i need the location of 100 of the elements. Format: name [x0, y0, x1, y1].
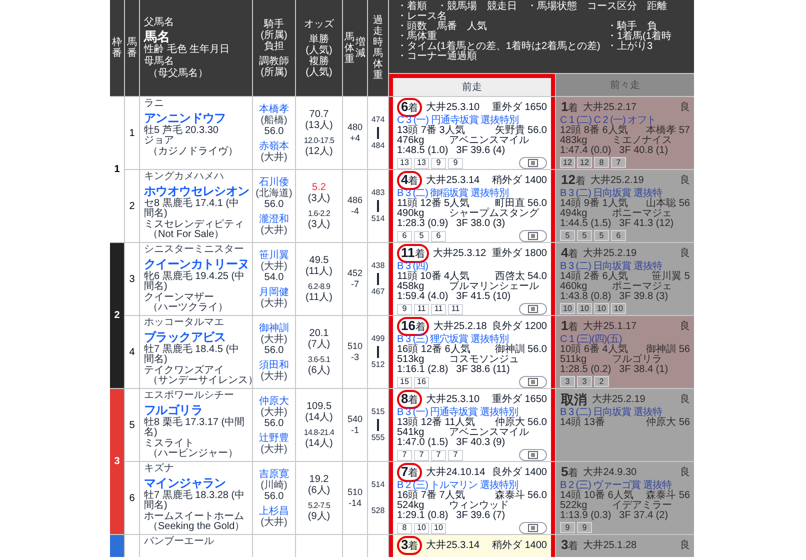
trainer-name[interactable]: 月岡健 — [259, 286, 289, 298]
sire-name: キズナ — [144, 464, 175, 474]
finish-position: 16着 — [397, 317, 430, 336]
column-header: (人気) — [306, 44, 332, 56]
last-3f: 3F 37.4 (2) — [619, 511, 668, 521]
corner-position: 15 — [397, 376, 412, 388]
last-3f: 3F 38.6 (11) — [456, 365, 510, 375]
race-date: 大井25.3.12 — [432, 248, 486, 258]
video-button[interactable] — [519, 157, 547, 169]
win-odds: 19.2 — [309, 474, 329, 485]
race-time: 1:43.8 (0.8) — [560, 292, 612, 302]
race-name: C 1 (二) C 2 (一) オフト — [560, 116, 656, 126]
sire-name: ラニ — [144, 99, 165, 110]
race-body-weight: 458kg — [397, 282, 426, 292]
horse-profile: 牡7 黒鹿毛 18.3.28 (中間名) — [144, 490, 246, 512]
race-jockey: 森泰斗 56 — [646, 491, 690, 501]
sire-name: エスポワールシチー — [144, 391, 235, 402]
film-icon — [528, 451, 538, 459]
race-jockey: 御神訓 56.0 — [494, 345, 547, 355]
column-header: (人気) — [306, 66, 332, 78]
race-jockey: 仲原大 56 — [646, 418, 690, 428]
win-popularity: (7人) — [308, 339, 330, 350]
race-jockey: 御神訓 56 — [646, 345, 690, 355]
column-header: 増減 — [356, 37, 366, 59]
column-header: (所属) — [260, 66, 288, 78]
race-jockey: 西啓太 54.0 — [494, 272, 547, 282]
video-button[interactable] — [519, 449, 547, 461]
jockey-name[interactable]: 笹川翼 — [259, 250, 289, 260]
past-weight: 474 — [371, 115, 385, 125]
jockey-affiliation: (大井) — [260, 334, 288, 344]
video-button[interactable] — [519, 376, 547, 388]
race-name: B 3 (二) 御稲坂賞 選抜特別 — [397, 189, 509, 199]
jockey-name[interactable]: 吉原寛 — [259, 468, 289, 480]
jockey-name[interactable]: 仲原大 — [259, 396, 289, 406]
corner-position: 13 — [397, 158, 412, 168]
winner-name: ミエノナイス — [612, 136, 672, 146]
winner-name: アベニンスマイル — [449, 136, 529, 146]
race-entry: 14頭 9番 1人気 — [560, 199, 628, 209]
weight-change: -3 — [350, 352, 359, 363]
video-button[interactable] — [519, 303, 547, 315]
legend-text: ・1着馬(1着時 — [607, 32, 672, 42]
jockey-name[interactable]: 御神訓 — [259, 322, 289, 334]
horse-name[interactable]: ブラックアビス — [144, 328, 248, 344]
horse-profile: 牡5 芦毛 20.3.30 — [144, 126, 218, 136]
place-odds: 14.8-21.4 — [304, 427, 334, 438]
last-3f: 3F 38.0 (3) — [456, 219, 506, 229]
place-odds: 3.6-5.1 — [308, 354, 330, 365]
corner-position: 6 — [397, 230, 412, 242]
body-weight: 480 — [347, 122, 363, 133]
horse-number: 5 — [125, 389, 139, 461]
winner-name: ポニーマジェ — [612, 282, 672, 292]
horse-name[interactable]: アンニンドウフ — [144, 110, 248, 126]
past-weight: 528 — [371, 506, 385, 516]
trainer-name[interactable]: 須田和 — [259, 360, 289, 370]
sire-name: ホッコータルマエ — [144, 318, 225, 328]
jockey-affiliation: (大井) — [260, 260, 288, 272]
jockey-name[interactable]: 本橋孝 — [259, 104, 289, 114]
race-time: 1:47.0 (1.5) — [397, 438, 448, 448]
horse-name[interactable]: ホウオウセレシオン — [144, 182, 248, 198]
course-info: 良 — [680, 394, 690, 404]
film-icon — [528, 232, 538, 240]
burden-weight: 56.0 — [264, 490, 284, 502]
corner-position: 3 — [560, 376, 575, 387]
column-header: 前走 — [389, 74, 555, 96]
horse-name[interactable]: マインジャラン — [144, 474, 248, 490]
finish-position: 1着 — [560, 100, 580, 115]
horse-name[interactable]: フルゴリラ — [144, 402, 248, 418]
weight-change: -1 — [350, 425, 359, 436]
finish-position: 4着 — [397, 171, 422, 190]
corner-position: 6 — [431, 230, 446, 242]
trainer-name[interactable]: 瀧澄和 — [259, 214, 289, 224]
legend-text: ・騎手 負 — [607, 22, 657, 32]
horse-name[interactable]: クイーンカトリーヌ — [144, 256, 248, 272]
trainer-name[interactable]: 赤嶺本 — [259, 140, 289, 152]
race-date: 大井25.3.14 — [426, 540, 480, 550]
video-button[interactable] — [519, 230, 547, 242]
body-weight: 452 — [347, 268, 363, 279]
weight-change: -4 — [350, 206, 359, 217]
trainer-name[interactable]: 辻野豊 — [259, 432, 289, 444]
legend-text: ・頭数 馬番 人気 — [397, 22, 488, 32]
trainer-name[interactable]: 上杉昌 — [259, 506, 289, 516]
past-weight: 512 — [371, 360, 385, 370]
finish-position: 7着 — [397, 463, 422, 482]
jockey-name[interactable]: 石川倭 — [259, 176, 289, 188]
horse-number: 4 — [125, 316, 139, 388]
win-odds: 109.5 — [306, 401, 332, 412]
body-weight: 510 — [347, 341, 363, 352]
legend-text: ・馬体重 — [397, 32, 438, 42]
video-button[interactable] — [519, 522, 547, 534]
winner-name: アベニンスマイル — [449, 428, 529, 438]
race-body-weight: 483kg — [560, 136, 588, 146]
race-date: 大井25.1.17 — [583, 322, 637, 332]
race-name: B 2 (三) ヴァーゴ賞 選抜特 — [560, 481, 672, 491]
race-jockey: 矢野貴 56.0 — [494, 126, 547, 136]
win-odds: 5.2 — [312, 182, 326, 193]
race-time: 1:29.1 (0.8) — [397, 511, 448, 521]
race-body-weight: 513kg — [397, 355, 426, 365]
film-icon — [528, 305, 538, 313]
course-info: 良 — [680, 322, 690, 332]
column-header: 馬名 — [144, 28, 171, 44]
